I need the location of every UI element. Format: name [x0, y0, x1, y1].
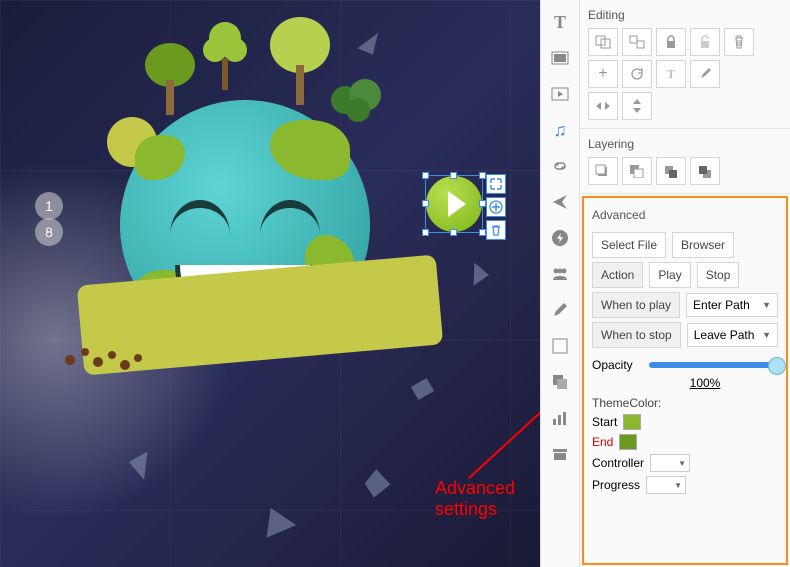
video-tool-icon[interactable]	[548, 82, 572, 106]
panel-title: Editing	[588, 4, 782, 28]
text-tool-icon[interactable]: T	[548, 10, 572, 34]
annotation-arrow	[464, 363, 540, 483]
controller-select[interactable]: ▼	[650, 454, 690, 472]
add-button[interactable]: +	[588, 60, 618, 88]
brush-button[interactable]	[690, 60, 720, 88]
selected-element[interactable]	[425, 175, 483, 233]
controller-label: Controller	[592, 456, 644, 470]
delete-button[interactable]	[724, 28, 754, 56]
when-to-play-select[interactable]: Enter Path ▼	[686, 293, 778, 317]
resize-handle-e[interactable]	[479, 200, 486, 207]
lock-button[interactable]	[656, 28, 686, 56]
land	[135, 135, 185, 180]
chevron-down-icon: ▼	[762, 330, 771, 340]
flip-h-button[interactable]	[588, 92, 618, 120]
resize-handle-w[interactable]	[422, 200, 429, 207]
opacity-label: Opacity	[592, 358, 633, 372]
send-backward-button[interactable]	[690, 157, 720, 185]
select-file-button[interactable]: Select File	[592, 232, 666, 258]
ungroup-button[interactable]	[622, 28, 652, 56]
chart-tool-icon[interactable]	[548, 406, 572, 430]
path-marker-1[interactable]: 1	[35, 192, 63, 220]
stop-button[interactable]: Stop	[697, 262, 740, 288]
resize-handle-s[interactable]	[450, 229, 457, 236]
resize-handle-sw[interactable]	[422, 229, 429, 236]
eye	[170, 200, 230, 235]
refresh-button[interactable]	[622, 60, 652, 88]
properties-panel: Editing + T Layering	[580, 0, 790, 567]
start-color-swatch[interactable]	[623, 414, 641, 430]
progress-label: Progress	[592, 478, 640, 492]
annotation-text: Advanced settings	[435, 478, 540, 520]
canvas-area[interactable]: 1 8 Advanced settings	[0, 0, 540, 567]
frame-tool-icon[interactable]	[548, 334, 572, 358]
chevron-down-icon: ▼	[762, 300, 771, 310]
when-to-stop-label: When to stop	[592, 322, 681, 348]
image-tool-icon[interactable]	[548, 46, 572, 70]
play-icon[interactable]	[426, 176, 482, 232]
resize-handle-n[interactable]	[450, 172, 457, 179]
theme-color-label: ThemeColor:	[592, 396, 778, 410]
delete-icon[interactable]	[486, 220, 506, 240]
chevron-down-icon: ▼	[674, 481, 682, 490]
bring-front-button[interactable]	[588, 157, 618, 185]
panel-title: Layering	[588, 133, 782, 157]
end-color-swatch[interactable]	[619, 434, 637, 450]
opacity-slider[interactable]	[649, 362, 778, 368]
action-label: Action	[592, 262, 643, 288]
send-tool-icon[interactable]	[548, 190, 572, 214]
tree-illustration	[200, 20, 250, 98]
resize-handle-nw[interactable]	[422, 172, 429, 179]
chevron-down-icon: ▼	[678, 459, 686, 468]
tree-illustration	[140, 40, 200, 123]
archive-tool-icon[interactable]	[548, 442, 572, 466]
send-back-button[interactable]	[622, 157, 652, 185]
editing-panel: Editing + T	[580, 0, 790, 129]
end-color-label: End	[592, 435, 613, 449]
resize-handle-se[interactable]	[479, 229, 486, 236]
unlock-button[interactable]	[690, 28, 720, 56]
when-to-play-label: When to play	[592, 292, 680, 318]
panel-title: Advanced	[592, 204, 778, 228]
side-toolbar: T ♫	[540, 0, 580, 567]
group-button[interactable]	[588, 28, 618, 56]
play-button[interactable]: Play	[649, 262, 690, 288]
dots-decoration	[60, 340, 150, 383]
path-marker-8[interactable]: 8	[35, 218, 63, 246]
link-tool-icon[interactable]	[548, 154, 572, 178]
advanced-panel: Advanced Select File Browser Action Play…	[582, 196, 788, 565]
music-tool-icon[interactable]: ♫	[548, 118, 572, 142]
bring-forward-button[interactable]	[656, 157, 686, 185]
flip-v-button[interactable]	[622, 92, 652, 120]
opacity-value[interactable]: 100%	[632, 376, 778, 390]
bush-illustration	[330, 70, 385, 133]
land	[270, 120, 350, 180]
tree-illustration	[265, 15, 335, 113]
eye	[260, 200, 320, 235]
group-tool-icon[interactable]	[548, 262, 572, 286]
select-value: Leave Path	[694, 328, 755, 342]
text-button[interactable]: T	[656, 60, 686, 88]
layers-tool-icon[interactable]	[548, 370, 572, 394]
start-color-label: Start	[592, 415, 617, 429]
layering-panel: Layering	[580, 129, 790, 194]
fullscreen-icon[interactable]	[486, 174, 506, 194]
select-value: Enter Path	[693, 298, 750, 312]
pencil-tool-icon[interactable]	[548, 298, 572, 322]
progress-select[interactable]: ▼	[646, 476, 686, 494]
when-to-stop-select[interactable]: Leave Path ▼	[687, 323, 778, 347]
add-icon[interactable]	[486, 197, 506, 217]
browser-button[interactable]: Browser	[672, 232, 734, 258]
resize-handle-ne[interactable]	[479, 172, 486, 179]
flash-tool-icon[interactable]	[548, 226, 572, 250]
